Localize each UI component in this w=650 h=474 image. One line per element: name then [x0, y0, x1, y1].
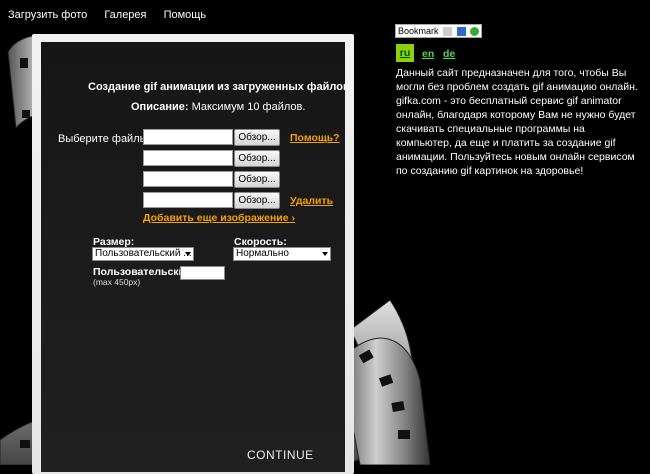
chevron-down-icon — [322, 252, 328, 256]
browse-button-4[interactable]: Обзор... — [234, 192, 280, 209]
bookmark-button[interactable]: Bookmark — [395, 24, 483, 38]
choose-files-label: Выберите файлы: — [58, 133, 151, 145]
description-label: Описание: — [131, 101, 189, 113]
browse-button-2[interactable]: Обзор... — [234, 150, 280, 167]
file-input-1[interactable] — [143, 129, 233, 145]
chevron-down-icon — [185, 252, 191, 256]
description-text: Максимум 10 файлов. — [188, 101, 306, 113]
site-description: Данный сайт предназначен для того, чтобы… — [396, 67, 638, 177]
delicious-icon — [456, 27, 466, 37]
custom-size-note: (max 450px) — [93, 277, 141, 287]
delete-link[interactable]: Удалить — [290, 195, 333, 207]
size-select-value: Пользовательский ... — [95, 248, 192, 259]
custom-size-input[interactable] — [180, 266, 225, 280]
speed-select[interactable]: Нормально — [233, 247, 331, 261]
share-icon — [443, 27, 453, 37]
file-input-2[interactable] — [143, 150, 233, 166]
lang-ru[interactable]: ru — [396, 44, 414, 62]
help-link[interactable]: Помощь? — [290, 132, 340, 144]
bookmark-label: Bookmark — [398, 26, 439, 36]
continue-button[interactable]: CONTINUE — [247, 448, 314, 462]
file-input-4[interactable] — [143, 192, 233, 208]
globe-icon — [470, 27, 480, 37]
size-select[interactable]: Пользовательский ... — [92, 247, 194, 261]
browse-button-1[interactable]: Обзор... — [234, 129, 280, 146]
lang-en[interactable]: en — [422, 48, 434, 60]
form-title: Создание gif анимации из загруженных фай… — [88, 81, 350, 93]
speed-select-value: Нормально — [236, 248, 289, 259]
lang-de[interactable]: de — [443, 48, 455, 60]
form-description: Описание: Максимум 10 файлов. — [131, 101, 305, 113]
browse-button-3[interactable]: Обзор... — [234, 171, 280, 188]
add-image-link[interactable]: Добавить еще изображение › — [143, 212, 295, 224]
file-input-3[interactable] — [143, 171, 233, 187]
